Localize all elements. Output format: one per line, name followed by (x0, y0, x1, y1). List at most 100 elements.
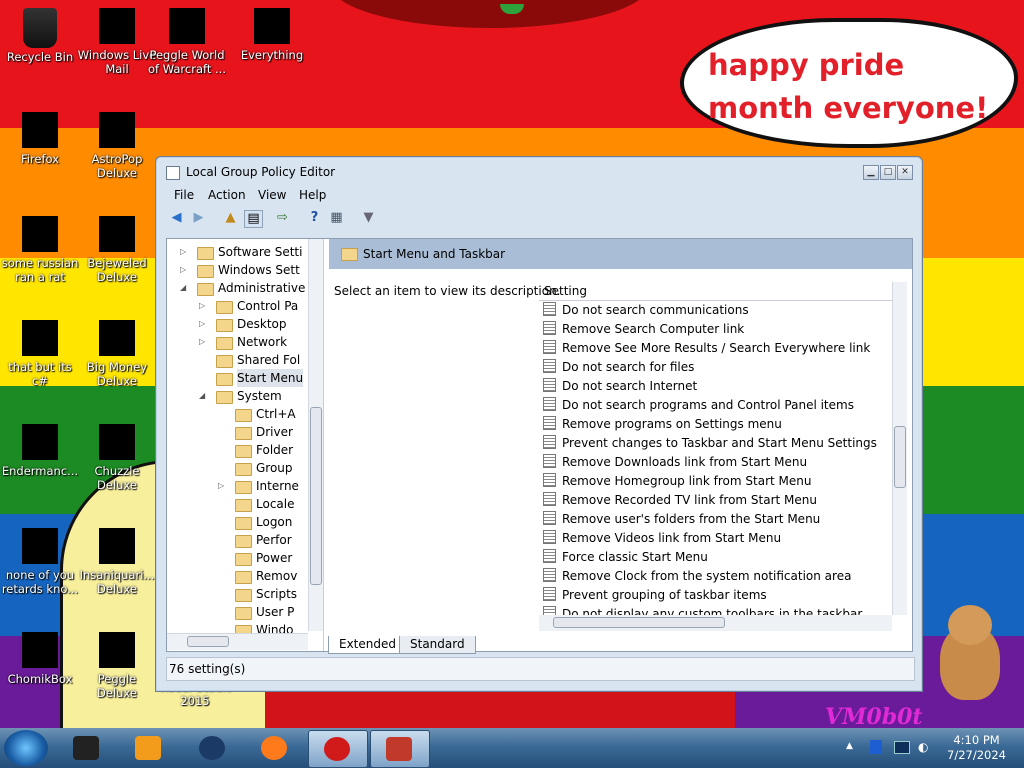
setting-row[interactable]: Remove Homegroup link from Start Menu (543, 472, 811, 491)
setting-row[interactable]: Do not search programs and Control Panel… (543, 396, 854, 415)
desktop-icon-label: Peggle World of Warcraft ... (148, 48, 226, 76)
start-button[interactable] (4, 730, 48, 766)
setting-row[interactable]: Force classic Start Menu (543, 548, 708, 567)
maximize-button[interactable]: □ (880, 165, 896, 180)
desktop-icon-label: some russian ran a rat (1, 256, 79, 284)
group-policy-window[interactable]: Local Group Policy Editor ▁ □ ✕ File Act… (155, 156, 923, 692)
setting-row[interactable]: Remove programs on Settings menu (543, 415, 782, 434)
app-icon (99, 528, 135, 564)
show-hide-tree-icon[interactable]: ▤ (244, 210, 263, 228)
desktop-icon-label: Big Money Deluxe (86, 360, 148, 388)
collapse-arrow-icon[interactable]: ◢ (180, 279, 190, 297)
app-icon (22, 112, 58, 148)
tree-pane[interactable]: ▷ Software Setti ▷ Windows Sett ◢ Administrat… (167, 239, 324, 651)
taskbar-media-player-button[interactable] (120, 730, 178, 766)
network-icon[interactable] (894, 741, 910, 754)
expand-arrow-icon[interactable]: ▷ (199, 315, 209, 333)
column-header-setting[interactable]: Setting (539, 282, 894, 301)
title-bar[interactable]: Local Group Policy Editor ▁ □ ✕ (156, 157, 922, 185)
desktop-icon-label: ChomikBox (7, 672, 73, 686)
up-folder-icon[interactable]: ▲ (222, 210, 239, 226)
folder-icon (235, 445, 252, 458)
desktop-icon[interactable]: Firefox (0, 112, 80, 166)
clock[interactable]: 4:10 PM 7/27/2024 (947, 733, 1006, 763)
app-icon (99, 112, 135, 148)
desktop-icon[interactable]: Peggle World of Warcraft ... (147, 8, 227, 76)
setting-row[interactable]: Prevent grouping of taskbar items (543, 586, 767, 605)
volume-icon[interactable]: ◐ (918, 740, 928, 754)
tree-vertical-scrollbar[interactable] (308, 239, 323, 631)
settings-vertical-scrollbar[interactable] (892, 282, 907, 615)
action-center-icon[interactable] (870, 740, 882, 754)
filter-icon[interactable]: ▼ (360, 210, 377, 226)
desktop-icon[interactable]: AstroPop Deluxe (77, 112, 157, 180)
toolbar: ◀ ▶ ▲ ▤ ⇨ ? ▦ ▼ (164, 207, 914, 231)
settings-list[interactable]: Setting Do not search communications Remo… (539, 282, 894, 625)
desktop-icon-label: Insaniquari... Deluxe (79, 568, 155, 596)
setting-row[interactable]: Remove Clock from the system notificatio… (543, 567, 851, 586)
expand-arrow-icon[interactable]: ▷ (218, 477, 228, 495)
setting-label: Do not search programs and Control Panel… (562, 398, 854, 412)
desktop-icon[interactable]: Peggle Deluxe (77, 632, 157, 700)
tree-scroll-thumb[interactable] (310, 407, 322, 585)
tab-standard[interactable]: Standard (399, 636, 476, 654)
desktop-icon[interactable]: Insaniquari... Deluxe (77, 528, 157, 596)
setting-row[interactable]: Do not search for files (543, 358, 694, 377)
tab-extended[interactable]: Extended (328, 636, 406, 654)
properties-icon[interactable]: ▦ (328, 210, 345, 226)
collapse-arrow-icon[interactable]: ◢ (199, 387, 209, 405)
setting-label: Do not search communications (562, 303, 749, 317)
menu-action[interactable]: Action (208, 188, 246, 202)
desktop-icon[interactable]: none of you retards kno... (0, 528, 80, 596)
desktop-icon[interactable]: ChomikBox (0, 632, 80, 686)
expand-arrow-icon[interactable]: ▷ (199, 297, 209, 315)
close-button[interactable]: ✕ (897, 165, 913, 180)
desktop-icon[interactable]: some russian ran a rat (0, 216, 80, 284)
desktop-icon[interactable]: Everything (232, 8, 312, 62)
settings-hscroll-thumb[interactable] (553, 617, 725, 628)
desktop-icon[interactable]: Bejeweled Deluxe (77, 216, 157, 284)
desktop-icon-label: Everything (240, 48, 304, 62)
toolbox-icon (386, 737, 412, 761)
setting-row[interactable]: Remove Downloads link from Start Menu (543, 453, 807, 472)
expand-arrow-icon[interactable]: ▷ (180, 243, 190, 261)
taskbar-app-box-button[interactable] (58, 730, 116, 766)
setting-row[interactable]: Remove Videos link from Start Menu (543, 529, 781, 548)
menu-view[interactable]: View (258, 188, 286, 202)
setting-row[interactable]: Do not search communications (543, 301, 749, 320)
desktop-icon[interactable]: Chuzzle Deluxe (77, 424, 157, 492)
taskbar-globe-button[interactable] (184, 730, 242, 766)
desktop-icon[interactable]: Big Money Deluxe (77, 320, 157, 388)
minimize-button[interactable]: ▁ (863, 165, 879, 180)
show-hidden-icons-icon[interactable]: ▲ (846, 741, 853, 751)
expand-arrow-icon[interactable]: ▷ (199, 333, 209, 351)
setting-row[interactable]: Do not search Internet (543, 377, 697, 396)
taskbar-firefox-button[interactable] (246, 730, 304, 766)
setting-row[interactable]: Remove user's folders from the Start Men… (543, 510, 820, 529)
setting-row[interactable]: Remove Search Computer link (543, 320, 744, 339)
taskbar-toolbox-button[interactable] (370, 730, 430, 768)
menu-file[interactable]: File (174, 188, 194, 202)
export-list-icon[interactable]: ⇨ (274, 210, 291, 226)
setting-label: Prevent grouping of taskbar items (562, 588, 767, 602)
desktop-icon[interactable]: Recycle Bin (0, 8, 80, 64)
menu-help[interactable]: Help (299, 188, 326, 202)
desktop-icon[interactable]: Windows Live Mail (77, 8, 157, 76)
folder-icon (216, 391, 233, 404)
settings-scroll-thumb[interactable] (894, 426, 906, 488)
folder-icon (235, 409, 252, 422)
settings-horizontal-scrollbar[interactable] (539, 615, 892, 631)
setting-row[interactable]: Remove Recorded TV link from Start Menu (543, 491, 817, 510)
setting-row[interactable]: Remove See More Results / Search Everywh… (543, 339, 870, 358)
forward-arrow-icon[interactable]: ▶ (190, 210, 207, 226)
setting-row[interactable]: Prevent changes to Taskbar and Start Men… (543, 434, 877, 453)
tree-item-label: Scripts (256, 587, 298, 601)
help-icon[interactable]: ? (306, 210, 323, 226)
desktop-icon[interactable]: that but its c# (0, 320, 80, 388)
folder-icon (235, 553, 252, 566)
taskbar-game-button[interactable] (308, 730, 368, 768)
back-arrow-icon[interactable]: ◀ (168, 210, 185, 226)
folder-icon (235, 427, 252, 440)
expand-arrow-icon[interactable]: ▷ (180, 261, 190, 279)
desktop-icon[interactable]: Endermanc... (0, 424, 80, 478)
